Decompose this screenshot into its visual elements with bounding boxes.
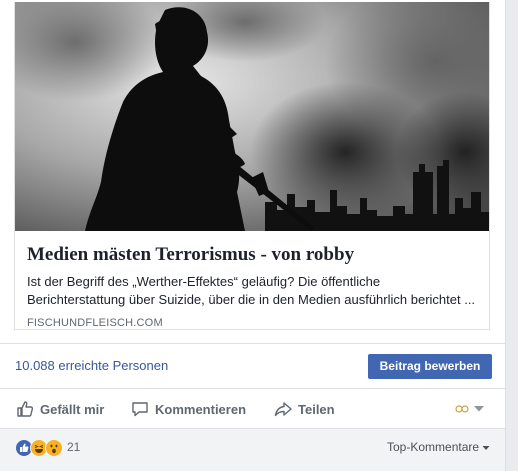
reaction-icons[interactable] [15, 439, 63, 457]
like-label: Gefällt mir [40, 401, 105, 417]
reach-count-link[interactable]: 10.088 erreichte Personen [15, 358, 168, 373]
share-arrow-icon [274, 402, 292, 417]
wow-reaction-icon [45, 439, 63, 457]
share-button[interactable]: Teilen [274, 399, 335, 419]
comment-button[interactable]: Kommentieren [131, 399, 246, 419]
link-description: Ist der Begriff des „Werther-Effektes“ g… [27, 274, 476, 307]
boost-post-button[interactable]: Beitrag bewerben [368, 354, 492, 379]
comment-sort-label: Top-Kommentare [387, 440, 480, 454]
page-avatar-icon [455, 405, 469, 413]
share-label: Teilen [298, 401, 335, 417]
comment-label: Kommentieren [155, 401, 247, 417]
link-preview-text[interactable]: Medien mästen Terrorismus - von robby Is… [27, 231, 477, 329]
post-insights-row: 10.088 erreichte Personen Beitrag bewerb… [0, 343, 505, 389]
reactions-summary-row: 21 Top-Kommentare [0, 429, 505, 471]
post-action-bar: Gefällt mir Kommentieren Teilen [0, 389, 505, 429]
speech-bubble-icon [132, 402, 148, 417]
link-preview-image[interactable] [15, 2, 490, 231]
comment-sort-dropdown[interactable]: Top-Kommentare [387, 440, 490, 454]
like-button[interactable]: Gefällt mir [16, 399, 104, 419]
thumbs-up-icon [17, 401, 34, 417]
feed-post: Medien mästen Terrorismus - von robby Is… [0, 0, 506, 471]
reaction-selector-dropdown[interactable] [455, 403, 485, 415]
chevron-down-icon [474, 406, 484, 412]
link-preview-card[interactable]: Medien mästen Terrorismus - von robby Is… [14, 2, 490, 330]
caret-down-icon [482, 446, 490, 450]
link-headline[interactable]: Medien mästen Terrorismus - von robby [27, 243, 477, 267]
link-domain: FISCHUNDFLEISCH.COM [27, 317, 163, 329]
reaction-count[interactable]: 21 [67, 440, 80, 454]
